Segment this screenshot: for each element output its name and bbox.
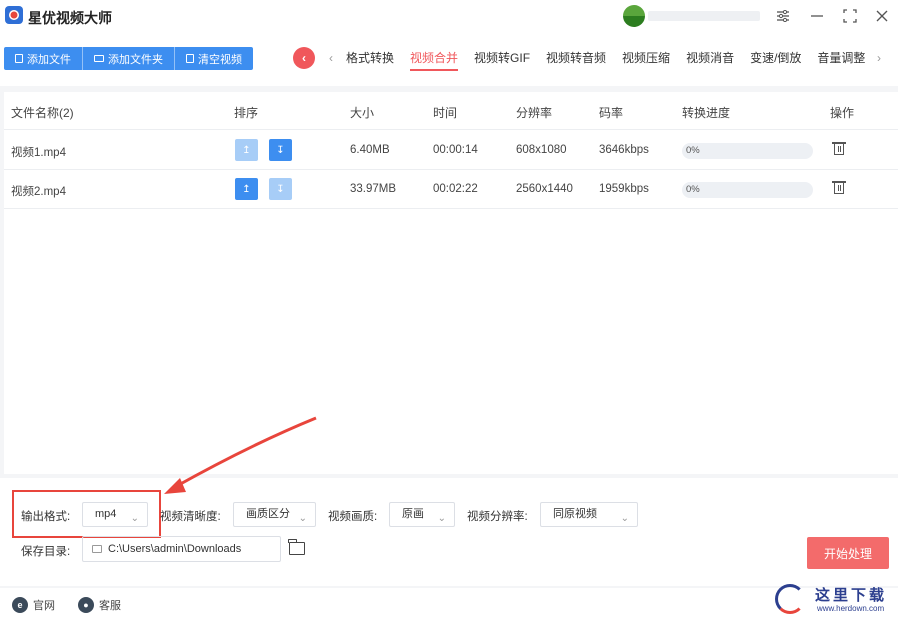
start-process-button[interactable]: 开始处理 <box>807 537 889 569</box>
tabs-next-icon[interactable]: › <box>877 51 881 65</box>
clarity-label: 视频清晰度: <box>160 511 221 523</box>
output-format-value: mp4 <box>95 508 117 520</box>
trash-icon <box>186 54 194 63</box>
resolution-label: 视频分辨率: <box>467 511 528 523</box>
folder-icon <box>94 55 104 62</box>
file-icon <box>15 54 23 63</box>
header-filename: 文件名称(2) <box>11 106 74 120</box>
file-name: 视频2.mp4 <box>11 186 66 198</box>
app-title: 星优视频大师 <box>28 10 112 26</box>
tab-video-compress[interactable]: 视频压缩 <box>622 49 670 71</box>
output-format-label: 输出格式: <box>21 511 71 523</box>
move-up-button[interactable]: ↥ <box>235 178 258 200</box>
move-up-button[interactable]: ↥ <box>235 139 258 161</box>
file-button-group: 添加文件 添加文件夹 清空视频 <box>4 47 253 70</box>
official-site-link[interactable]: e 官网 <box>12 597 55 613</box>
file-name: 视频1.mp4 <box>11 147 66 159</box>
header-sort: 排序 <box>234 106 259 120</box>
file-table: 文件名称(2) 排序 大小 时间 分辨率 码率 转换进度 操作 视频1.mp4 … <box>4 92 898 474</box>
header-bitrate: 码率 <box>599 106 624 120</box>
header-resolution: 分辨率 <box>516 106 553 120</box>
chevron-down-icon: ⌄ <box>130 513 139 524</box>
file-resolution: 2560x1440 <box>516 183 573 195</box>
tab-video-merge[interactable]: 视频合并 <box>410 49 459 71</box>
tabs-prev-icon[interactable]: ‹ <box>329 51 333 65</box>
toolbar: 添加文件 添加文件夹 清空视频 ‹ ‹ 格式转换 视频合并 视频转GIF 视频转… <box>0 34 898 86</box>
table-row[interactable]: 视频1.mp4 ↥ ↧ 6.40MB 00:00:14 608x1080 364… <box>4 131 898 170</box>
quality-value: 原画 <box>402 508 424 520</box>
tab-speed-reverse[interactable]: 变速/倒放 <box>750 49 801 71</box>
tab-format-convert[interactable]: 格式转换 <box>346 49 394 71</box>
settings-icon[interactable] <box>773 6 793 26</box>
file-bitrate: 3646kbps <box>599 144 649 156</box>
delete-icon[interactable] <box>832 180 846 195</box>
save-path-input[interactable]: C:\Users\admin\Downloads <box>82 536 281 562</box>
clear-videos-button[interactable]: 清空视频 <box>175 47 253 70</box>
chevron-down-icon: ⌄ <box>298 513 307 524</box>
tab-video-to-gif[interactable]: 视频转GIF <box>474 49 530 71</box>
table-header: 文件名称(2) 排序 大小 时间 分辨率 码率 转换进度 操作 <box>4 92 898 130</box>
move-down-button[interactable]: ↧ <box>269 139 292 161</box>
header-size: 大小 <box>350 106 375 120</box>
user-name[interactable] <box>648 11 760 21</box>
tab-video-to-audio[interactable]: 视频转音频 <box>546 49 606 71</box>
progress-bar: 0% <box>682 143 813 159</box>
folder-icon <box>92 545 102 553</box>
clear-videos-label: 清空视频 <box>198 53 242 66</box>
minimize-icon[interactable] <box>807 6 827 26</box>
user-avatar[interactable] <box>623 5 645 27</box>
tab-volume-adjust[interactable]: 音量调整 <box>817 49 865 71</box>
browser-icon: e <box>12 597 28 613</box>
file-duration: 00:02:22 <box>433 183 478 195</box>
file-bitrate: 1959kbps <box>599 183 649 195</box>
chevron-down-icon: ⌄ <box>620 513 629 524</box>
customer-service-label: 客服 <box>99 600 121 612</box>
feature-tabs: 格式转换 视频合并 视频转GIF 视频转音频 视频压缩 视频消音 变速/倒放 音… <box>346 49 881 71</box>
add-file-button[interactable]: 添加文件 <box>4 47 83 70</box>
watermark-url: www.herdown.com <box>817 604 885 613</box>
add-folder-label: 添加文件夹 <box>108 53 163 66</box>
add-folder-button[interactable]: 添加文件夹 <box>83 47 175 70</box>
delete-icon[interactable] <box>832 141 846 156</box>
title-bar: 星优视频大师 <box>0 0 898 34</box>
customer-service-link[interactable]: ● 客服 <box>78 597 121 613</box>
progress-bar: 0% <box>682 182 813 198</box>
watermark-text: 这里下载 <box>815 586 888 604</box>
output-settings: 输出格式: mp4 ⌄ 视频清晰度: 画质区分 ⌄ 视频画质: 原画 ⌄ 视频分… <box>0 478 898 586</box>
footer: e 官网 ● 客服 <box>0 588 898 618</box>
output-format-select[interactable]: mp4 ⌄ <box>82 502 148 527</box>
clarity-select[interactable]: 画质区分 ⌄ <box>233 502 316 527</box>
save-dir-label: 保存目录: <box>21 546 71 558</box>
save-path-value: C:\Users\admin\Downloads <box>108 543 242 555</box>
quality-select[interactable]: 原画 ⌄ <box>389 502 455 527</box>
header-action: 操作 <box>830 106 855 120</box>
quality-label: 视频画质: <box>328 511 378 523</box>
add-file-label: 添加文件 <box>27 53 71 66</box>
app-logo-icon <box>5 6 23 24</box>
resolution-select[interactable]: 同原视频 ⌄ <box>540 502 638 527</box>
clarity-value: 画质区分 <box>246 508 290 520</box>
chat-icon: ● <box>78 597 94 613</box>
file-size: 6.40MB <box>350 144 390 156</box>
watermark-logo: 这里下载 www.herdown.com <box>773 582 893 616</box>
watermark-swoosh-icon <box>775 584 805 614</box>
back-button[interactable]: ‹ <box>293 47 315 69</box>
resolution-value: 同原视频 <box>553 508 597 520</box>
table-row[interactable]: 视频2.mp4 ↥ ↧ 33.97MB 00:02:22 2560x1440 1… <box>4 170 898 209</box>
official-site-label: 官网 <box>33 600 55 612</box>
header-progress: 转换进度 <box>682 106 731 120</box>
header-time: 时间 <box>433 106 458 120</box>
file-duration: 00:00:14 <box>433 144 478 156</box>
file-size: 33.97MB <box>350 183 397 195</box>
close-icon[interactable] <box>872 6 892 26</box>
move-down-button[interactable]: ↧ <box>269 178 292 200</box>
chevron-down-icon: ⌄ <box>437 513 446 524</box>
maximize-icon[interactable] <box>840 6 860 26</box>
open-folder-icon[interactable] <box>288 539 305 555</box>
tab-video-mute[interactable]: 视频消音 <box>686 49 734 71</box>
file-resolution: 608x1080 <box>516 144 567 156</box>
